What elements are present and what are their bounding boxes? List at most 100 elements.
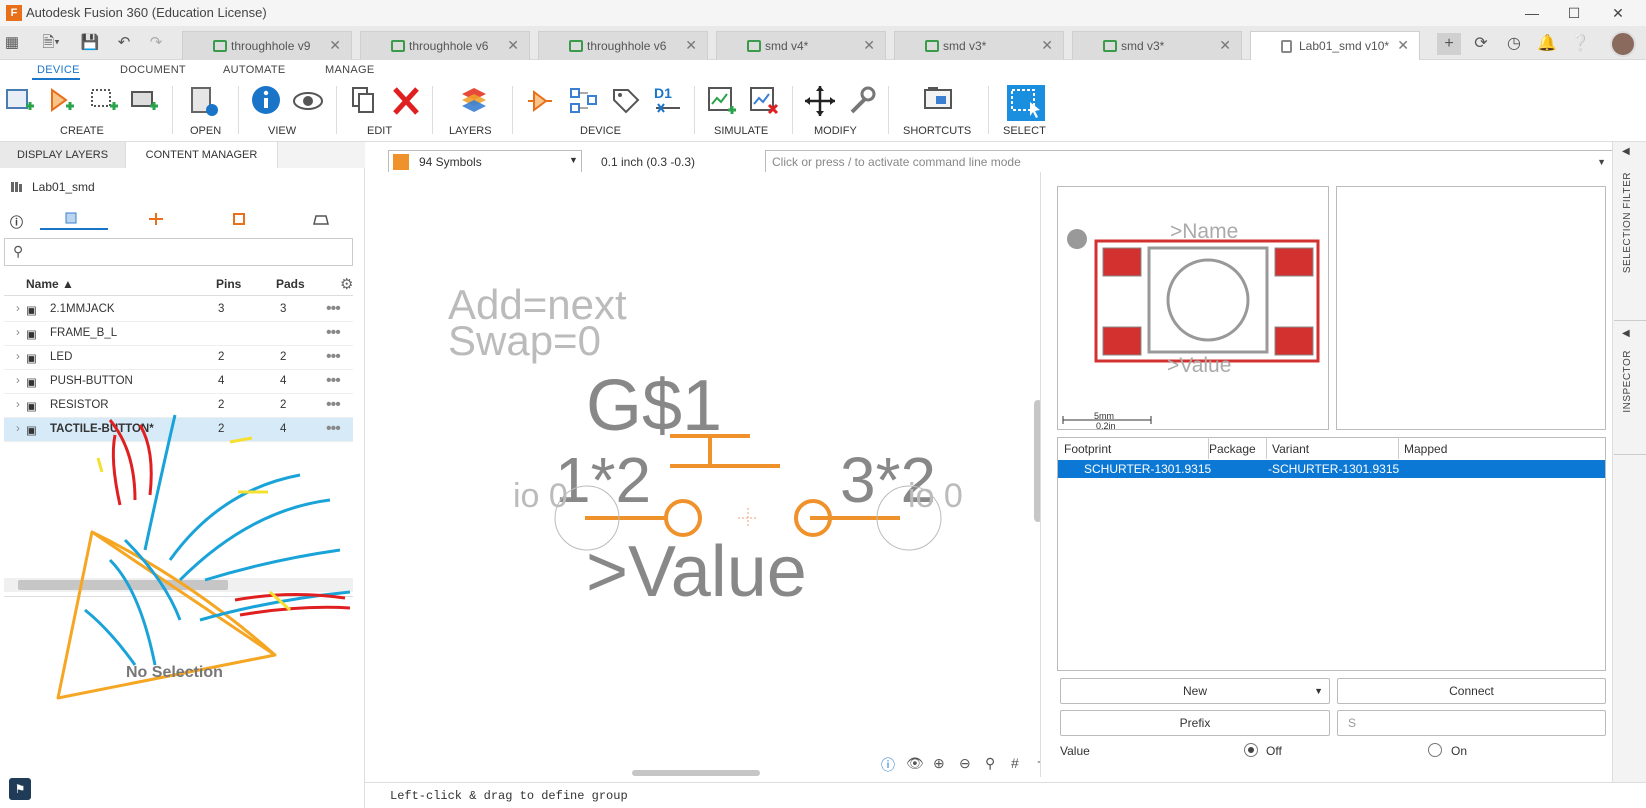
save-icon[interactable]: 💾 — [78, 33, 102, 53]
group-device-label[interactable]: DEVICE — [580, 125, 621, 137]
group-open-label[interactable]: OPEN — [190, 125, 221, 137]
info-small-icon[interactable]: ⓘ — [10, 212, 23, 231]
group-select-label[interactable]: SELECT — [1003, 125, 1046, 137]
connect-button[interactable]: Connect — [1337, 678, 1606, 704]
close-tab-icon[interactable]: ✕ — [507, 37, 519, 54]
connect-pins-icon[interactable] — [568, 84, 600, 118]
close-tab-icon[interactable]: ✕ — [863, 37, 875, 54]
eye-icon[interactable] — [292, 84, 324, 118]
add-gate-icon[interactable] — [524, 84, 556, 118]
collapse-icon[interactable]: ◀ — [1622, 328, 1630, 339]
column-mapped-header[interactable]: Mapped — [1404, 442, 1447, 456]
group-layers-label[interactable]: LAYERS — [449, 125, 492, 137]
new-footprint-icon[interactable] — [88, 84, 120, 118]
attribute-tag-icon[interactable] — [610, 84, 642, 118]
new-device-icon[interactable] — [4, 84, 36, 118]
devices-filter-icon[interactable] — [60, 210, 82, 228]
table-row[interactable]: › ▣ 2.1MMJACK 3 3 ••• — [4, 298, 353, 322]
grid-icon[interactable]: # — [1011, 755, 1019, 771]
undo-icon[interactable]: ↶ — [112, 33, 136, 53]
symbols-filter-icon[interactable] — [145, 210, 167, 228]
maximize-icon[interactable]: ☐ — [1560, 2, 1588, 24]
open-settings-icon[interactable] — [188, 84, 220, 118]
search-input[interactable]: ⚲ — [4, 238, 353, 266]
expand-chevron-icon[interactable]: › — [16, 327, 20, 339]
table-row[interactable]: › ▣ LED 2 2 ••• — [4, 346, 353, 370]
prefix-button[interactable]: Prefix — [1060, 710, 1330, 736]
symbol-filter-dropdown[interactable]: 94 Symbols ▼ — [388, 150, 582, 174]
redo-icon[interactable]: ↷ — [144, 33, 168, 53]
help-icon[interactable]: ❔ — [1568, 33, 1592, 55]
doc-tab[interactable]: smd v3* ✕ — [894, 31, 1064, 60]
tab-content-manager[interactable]: CONTENT MANAGER — [126, 142, 278, 168]
doc-tab[interactable]: smd v3* ✕ — [1072, 31, 1242, 60]
close-window-icon[interactable]: ✕ — [1604, 2, 1632, 24]
new-symbol-icon[interactable] — [46, 84, 78, 118]
packages-filter-icon[interactable] — [310, 210, 332, 228]
close-tab-icon[interactable]: ✕ — [1397, 37, 1409, 54]
doc-tab-active[interactable]: Lab01_smd v10* ✕ — [1250, 31, 1420, 60]
expand-chevron-icon[interactable]: › — [16, 303, 20, 315]
expand-chevron-icon[interactable]: › — [16, 399, 20, 411]
command-line-input[interactable]: Click or press / to activate command lin… — [765, 150, 1613, 174]
prefix-d1-icon[interactable]: D1 — [652, 84, 684, 118]
job-status-icon[interactable]: ⟳ — [1469, 33, 1493, 55]
footprints-filter-icon[interactable] — [228, 210, 250, 228]
doc-tab[interactable]: throughhole v9 ✕ — [182, 31, 352, 60]
more-options-icon[interactable]: ••• — [326, 324, 341, 342]
shortcuts-icon[interactable] — [922, 84, 954, 118]
file-menu-icon[interactable]: 🗎▾ — [36, 33, 66, 53]
close-tab-icon[interactable]: ✕ — [685, 37, 697, 54]
info-icon[interactable] — [250, 84, 282, 118]
table-row[interactable]: › ▣ PUSH-BUTTON 4 4 ••• — [4, 370, 353, 394]
inspector-tab[interactable]: INSPECTOR — [1622, 350, 1633, 413]
copy-icon[interactable] — [348, 84, 380, 118]
tab-manage[interactable]: MANAGE — [325, 64, 374, 76]
expand-chevron-icon[interactable]: › — [16, 375, 20, 387]
group-modify-label[interactable]: MODIFY — [814, 125, 857, 137]
group-view-label[interactable]: VIEW — [268, 125, 296, 137]
more-options-icon[interactable]: ••• — [326, 372, 341, 390]
group-simulate-label[interactable]: SIMULATE — [714, 125, 768, 137]
delete-icon[interactable] — [390, 84, 422, 118]
zoom-in-icon[interactable]: ⊕ — [933, 755, 945, 772]
wrench-icon[interactable] — [846, 84, 878, 118]
apps-grid-icon[interactable]: ▦ — [0, 33, 24, 53]
value-off-radio[interactable] — [1244, 743, 1258, 757]
table-row-selected[interactable]: SCHURTER-1301.9315 -SCHURTER-1301.9315 — [1058, 460, 1605, 478]
close-tab-icon[interactable]: ✕ — [1041, 37, 1053, 54]
horizontal-scrollbar-thumb[interactable] — [632, 770, 760, 776]
new-package-icon[interactable] — [128, 84, 160, 118]
minimize-icon[interactable]: — — [1518, 2, 1546, 24]
new-tab-icon[interactable]: + — [1437, 33, 1461, 55]
notification-bell-icon[interactable]: 🔔 — [1535, 33, 1559, 55]
more-options-icon[interactable]: ••• — [326, 300, 341, 318]
tab-display-layers[interactable]: DISPLAY LAYERS — [0, 142, 126, 168]
clock-icon[interactable]: ◷ — [1502, 33, 1526, 55]
move-icon[interactable] — [804, 84, 836, 118]
doc-tab[interactable]: smd v4* ✕ — [716, 31, 886, 60]
gear-icon[interactable]: ⚙ — [340, 275, 353, 293]
table-row[interactable]: › ▣ FRAME_B_L ••• — [4, 322, 353, 346]
group-shortcuts-label[interactable]: SHORTCUTS — [903, 125, 971, 137]
tab-document[interactable]: DOCUMENT — [120, 64, 186, 76]
eye-icon[interactable]: 👁 — [906, 755, 924, 772]
new-variant-dropdown[interactable]: New ▼ — [1060, 678, 1330, 704]
zoom-out-icon[interactable]: ⊖ — [959, 755, 971, 772]
value-on-radio[interactable] — [1428, 743, 1442, 757]
prefix-field[interactable]: S — [1337, 710, 1606, 736]
select-window-icon[interactable] — [1006, 84, 1046, 122]
tab-device[interactable]: DEVICE — [37, 64, 80, 76]
avatar[interactable] — [1610, 31, 1636, 57]
group-create-label[interactable]: CREATE — [60, 125, 104, 137]
remove-spice-model-icon[interactable] — [748, 84, 780, 118]
close-tab-icon[interactable]: ✕ — [329, 37, 341, 54]
tactile-button-symbol[interactable] — [550, 420, 950, 560]
zoom-fit-icon[interactable]: ⚲ — [985, 755, 995, 772]
add-spice-model-icon[interactable] — [706, 84, 738, 118]
3d-model-preview[interactable] — [1336, 186, 1606, 430]
column-name-header[interactable]: Name ▲ — [26, 277, 74, 291]
column-package-header[interactable]: Package — [1209, 442, 1256, 456]
column-pads-header[interactable]: Pads — [276, 277, 305, 291]
column-pins-header[interactable]: Pins — [216, 277, 241, 291]
